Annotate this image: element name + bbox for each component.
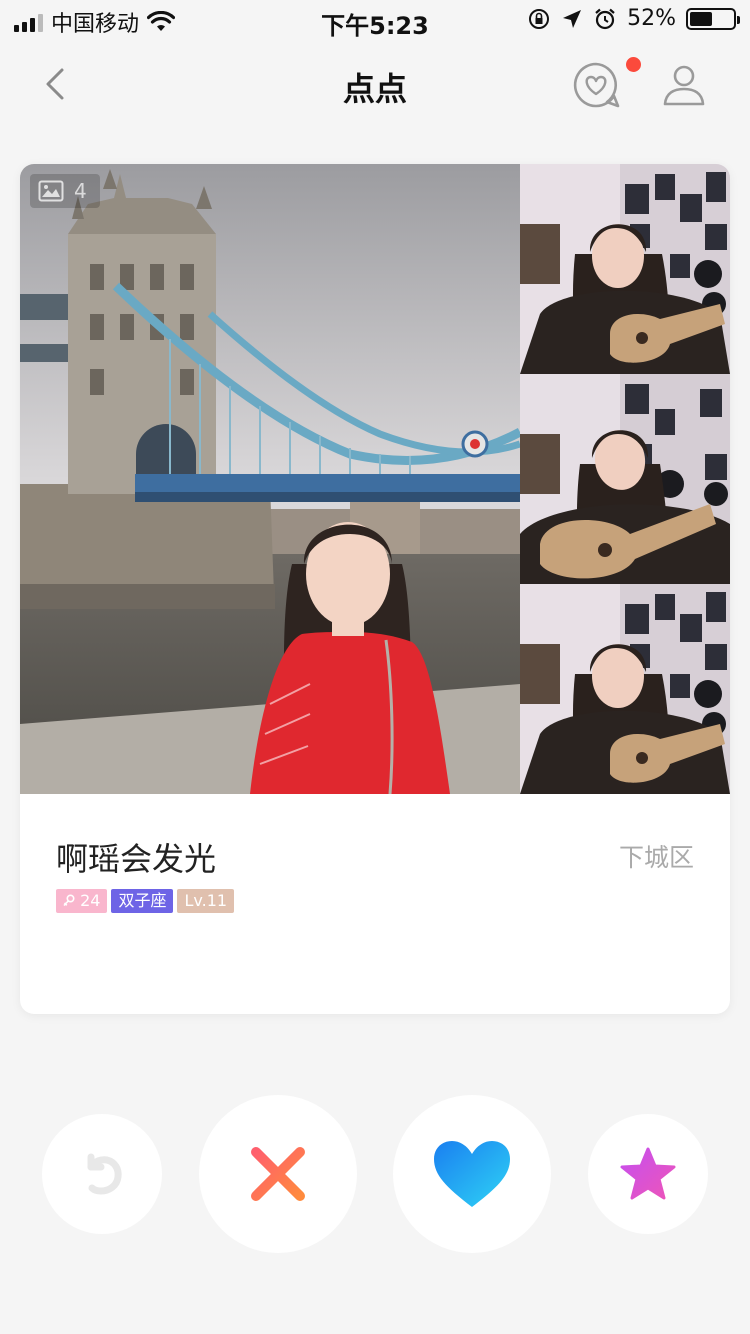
profile-card[interactable]: 4 啊瑶会发光 下城区 24 双子座 Lv.11 — [20, 164, 730, 1014]
battery-fill — [690, 11, 712, 26]
thumbnail-image — [520, 584, 730, 794]
main-photo[interactable]: 4 — [20, 164, 520, 794]
thumbnail-photo[interactable] — [520, 584, 730, 794]
close-icon — [251, 1147, 305, 1201]
level-tag: Lv.11 — [177, 889, 235, 913]
female-icon — [63, 894, 75, 907]
battery-percent: 52% — [627, 6, 676, 31]
thumbnail-image — [520, 164, 730, 374]
photo-count: 4 — [74, 179, 87, 203]
status-bar-right: 52% — [527, 6, 740, 31]
image-icon — [38, 180, 64, 202]
main-photo-image — [20, 164, 520, 794]
undo-button[interactable] — [42, 1114, 162, 1234]
profile-name: 啊瑶会发光 — [56, 840, 217, 878]
dislike-button[interactable] — [199, 1095, 357, 1253]
profile-tags: 24 双子座 Lv.11 — [56, 889, 235, 913]
location-icon — [563, 9, 582, 28]
notification-dot — [626, 57, 641, 72]
page-title: 点点 — [342, 70, 407, 108]
zodiac-tag: 双子座 — [111, 889, 174, 913]
heart-icon — [434, 1141, 510, 1207]
thumbnail-image — [520, 374, 730, 584]
alarm-icon — [595, 8, 615, 29]
profile-district: 下城区 — [618, 843, 694, 872]
profile-info: 啊瑶会发光 下城区 24 双子座 Lv.11 — [20, 794, 730, 1014]
photo-count-badge: 4 — [30, 174, 100, 208]
nav-bar: 点点 — [0, 40, 750, 128]
battery-icon — [686, 7, 740, 30]
super-like-button[interactable] — [588, 1114, 708, 1234]
user-profile-icon[interactable] — [660, 62, 708, 110]
photo-grid[interactable]: 4 — [20, 164, 730, 794]
thumbnail-photo[interactable] — [520, 164, 730, 374]
star-icon — [620, 1147, 676, 1200]
like-button[interactable] — [393, 1095, 551, 1253]
thumbnail-photo[interactable] — [520, 374, 730, 584]
orientation-lock-icon — [529, 8, 550, 29]
age-value: 24 — [80, 891, 101, 910]
status-bar: 中国移动 下午5:23 52% — [0, 0, 750, 40]
undo-icon — [87, 1153, 122, 1195]
age-tag: 24 — [56, 889, 108, 913]
chat-heart-icon[interactable] — [570, 60, 622, 112]
